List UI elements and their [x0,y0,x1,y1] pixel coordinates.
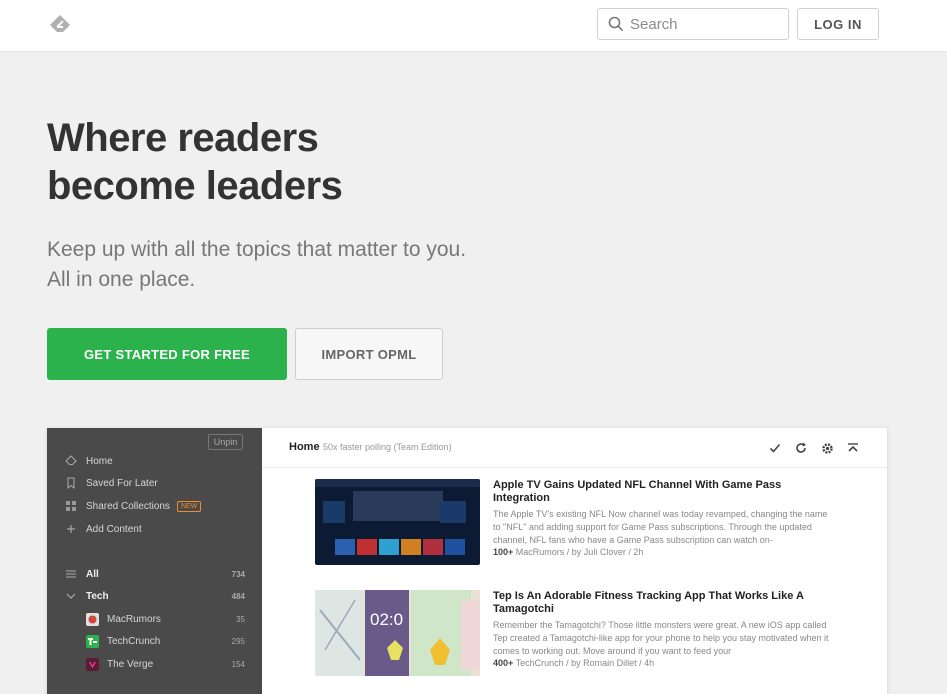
article-title[interactable]: Tep Is An Adorable Fitness Tracking App … [493,590,833,616]
article-source: TechCrunch / by Romain Dillet / 4h [515,658,655,668]
unread-count: 295 [231,636,245,646]
sidebar-item-all[interactable]: All 734 [65,566,245,582]
list-icon [65,568,77,580]
feedly-logo-icon[interactable] [48,13,72,37]
preview-main: Home 50x faster polling (Team Edition) A… [262,428,887,694]
hero-subtitle: Keep up with all the topics that matter … [47,238,467,291]
article-card[interactable]: Apple TV Gains Updated NFL Channel With … [315,479,875,569]
feedly-logo-icon [65,455,77,467]
feed-header: Home 50x faster polling (Team Edition) [262,428,887,468]
engagement-count: 400+ [493,658,514,668]
preview-sidebar: Unpin Home Saved For Later Shared Collec… [47,428,262,694]
sidebar-source-techcrunch[interactable]: TechCrunch 295 [86,633,245,649]
article-thumbnail: 02:0 [315,590,480,676]
sidebar-item-label: All [86,568,99,580]
article-summary: The Apple TV's existing NFL Now channel … [493,509,828,545]
refresh-icon[interactable] [793,440,809,456]
unread-count: 35 [236,614,245,624]
sidebar-source-the-verge[interactable]: The Verge 154 [86,656,245,672]
article-meta: 100+ MacRumors / by Juli Clover / 2h [493,546,833,559]
bookmark-icon [65,477,77,490]
top-bar: LOG IN [0,0,947,52]
collapse-top-icon[interactable] [845,440,861,456]
feed-title: Home [289,441,320,453]
get-started-button[interactable]: GET STARTED FOR FREE [47,328,287,380]
search-box[interactable] [597,8,789,40]
thumbnail-clock-text: 02:0 [370,610,404,629]
sidebar-item-home[interactable]: Home [65,453,245,469]
sidebar-item-saved[interactable]: Saved For Later [65,475,245,491]
mark-read-icon[interactable] [767,440,783,456]
plus-icon [65,523,77,535]
unread-count: 734 [231,569,245,579]
feed-subtitle: 50x faster polling (Team Edition) [323,442,452,452]
source-label: The Verge [107,658,154,670]
login-button[interactable]: LOG IN [797,8,879,40]
sidebar-item-label: Tech [86,590,109,602]
search-icon [608,16,624,32]
sidebar-item-label: Home [86,455,113,467]
article-thumbnail [315,479,480,565]
chevron-down-icon [65,590,77,602]
feed-toolbar [767,440,861,456]
source-label: TechCrunch [107,635,161,647]
techcrunch-icon [86,634,99,648]
gear-icon[interactable] [819,440,835,456]
app-preview: Unpin Home Saved For Later Shared Collec… [47,428,887,694]
sidebar-item-shared-collections[interactable]: Shared Collections NEW [65,498,245,514]
article-source: MacRumors / by Juli Clover / 2h [515,547,644,557]
engagement-count: 100+ [493,547,514,557]
sidebar-source-macrumors[interactable]: MacRumors 35 [86,611,245,627]
new-badge: NEW [176,500,202,512]
sidebar-item-label: Add Content [86,523,142,535]
macrumors-icon [86,612,99,626]
hero-title: Where readers become leaders [47,114,467,210]
search-input[interactable] [630,15,780,33]
sidebar-item-add-content[interactable]: Add Content [65,521,245,537]
import-opml-button[interactable]: IMPORT OPML [295,328,443,380]
article-card[interactable]: 02:0 Tep Is An Adorable Fitness Tracking… [315,590,875,680]
hero-title-line-1: Where readers [47,116,319,160]
sidebar-item-tech[interactable]: Tech 484 [65,588,245,604]
article-meta: 400+ TechCrunch / by Romain Dillet / 4h [493,657,833,670]
sidebar-item-label: Saved For Later [86,477,158,489]
hero-title-line-2: become leaders [47,164,343,208]
article-summary: Remember the Tamagotchi? Those little mo… [493,620,829,656]
source-label: MacRumors [107,613,161,625]
article-title[interactable]: Apple TV Gains Updated NFL Channel With … [493,479,833,505]
unpin-button[interactable]: Unpin [208,434,243,450]
unread-count: 154 [231,659,245,669]
sidebar-item-label: Shared Collections [86,500,170,512]
unread-count: 484 [231,591,245,601]
verge-icon [86,657,99,671]
collections-icon [65,500,77,512]
